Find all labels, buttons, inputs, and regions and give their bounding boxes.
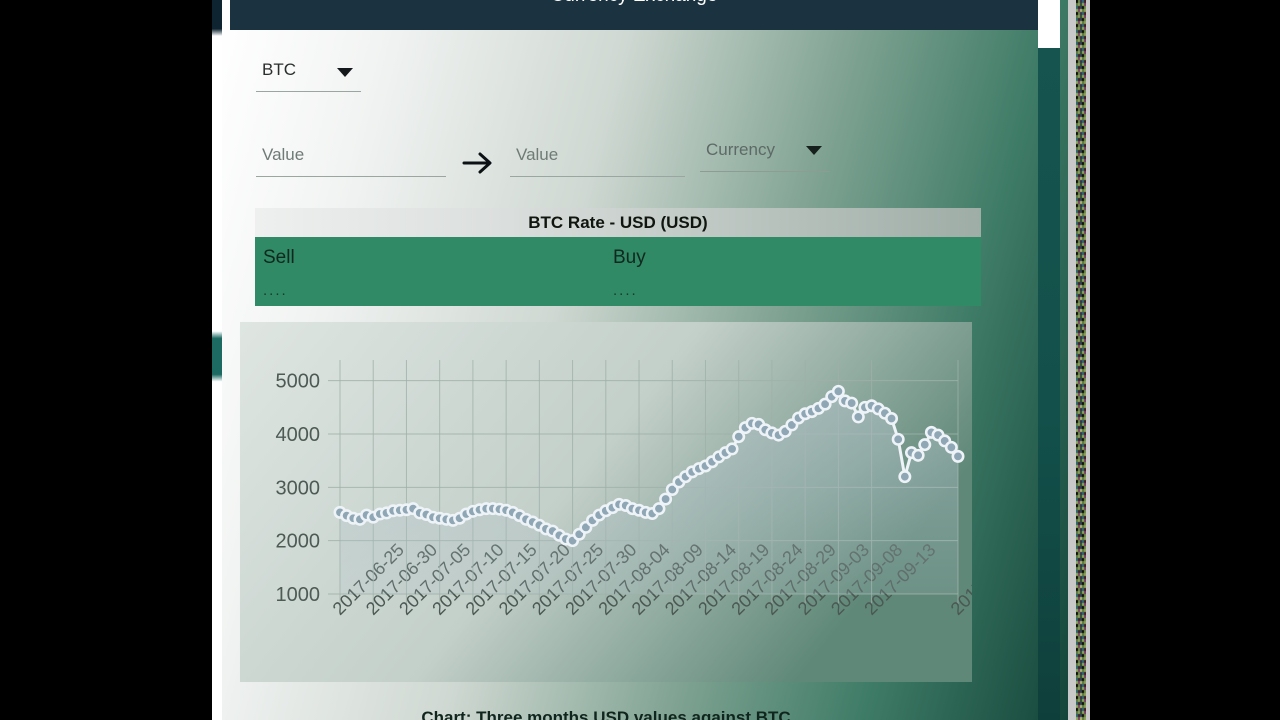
rate-table-header-row: Sell Buy: [255, 237, 981, 280]
chart-caption: Chart: Three months USD values against B…: [421, 708, 791, 720]
window-title: Currency Exchange: [230, 0, 1038, 5]
currency-exchange-app-window: Currency Exchange BTC Value: [222, 0, 1068, 720]
rate-table-value-row: .... ....: [255, 280, 981, 306]
input-underline: [256, 91, 361, 92]
rate-value-buy: ....: [613, 282, 638, 299]
letterbox-left: [0, 0, 212, 720]
amount-from-input[interactable]: Value: [256, 135, 446, 177]
column-header-sell: Sell: [263, 247, 295, 268]
svg-text:4000: 4000: [276, 424, 321, 446]
currency-select[interactable]: Currency: [700, 130, 830, 172]
rate-table-title: BTC Rate - USD (USD): [255, 208, 981, 237]
titlebar-right-notch: [1038, 0, 1060, 48]
input-underline: [510, 176, 685, 177]
rate-value-sell: ....: [263, 282, 288, 299]
amount-from-placeholder: Value: [262, 145, 305, 164]
svg-text:1000: 1000: [276, 584, 321, 606]
amount-to-placeholder: Value: [516, 145, 559, 164]
currency-select-value: Currency: [706, 140, 775, 159]
chevron-down-icon: [806, 146, 822, 155]
amount-to-input[interactable]: Value: [510, 135, 685, 177]
window-right-edge-panel: [1038, 48, 1060, 720]
screen: Currency Exchange BTC Value: [0, 0, 1280, 720]
crypto-select-value: BTC: [262, 60, 296, 79]
letterbox-right: [1090, 0, 1280, 720]
svg-text:3000: 3000: [276, 477, 321, 499]
input-underline: [700, 171, 830, 172]
arrow-right-icon: [462, 150, 496, 176]
app-content: BTC Value Value Currency BTC Rate - USD …: [230, 30, 1038, 720]
svg-text:2000: 2000: [276, 531, 321, 553]
btc-rate-chart: 100020003000400050002017-06-252017-06-30…: [240, 322, 1026, 682]
column-header-buy: Buy: [613, 247, 646, 268]
chart-canvas: 100020003000400050002017-06-252017-06-30…: [240, 322, 1026, 682]
window-titlebar: Currency Exchange: [230, 0, 1038, 30]
input-underline: [256, 176, 446, 177]
chevron-down-icon: [337, 68, 353, 77]
svg-text:5000: 5000: [276, 371, 321, 393]
video-artifact-strip: [1068, 0, 1090, 720]
crypto-select[interactable]: BTC: [256, 52, 361, 92]
background-window-sliver: [212, 0, 222, 720]
